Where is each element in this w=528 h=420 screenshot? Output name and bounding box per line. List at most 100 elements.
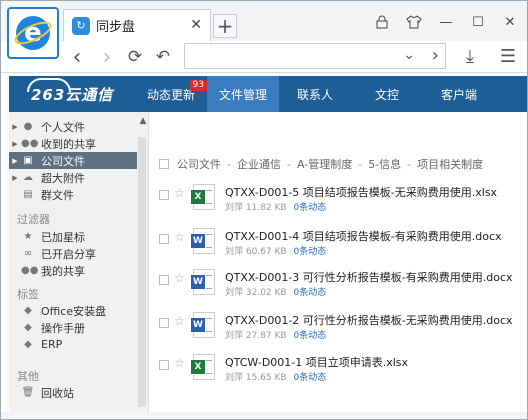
file-checkbox[interactable] bbox=[159, 190, 169, 200]
sidebar-item-tag-manual[interactable]: ◆ 操作手册 bbox=[9, 319, 137, 336]
url-input[interactable] bbox=[185, 44, 385, 68]
word-file-icon: W bbox=[191, 228, 215, 254]
download-icon[interactable]: ⤓ bbox=[459, 45, 481, 67]
star-icon[interactable]: ☆ bbox=[174, 230, 185, 244]
menu-item-client[interactable]: 客户端 bbox=[423, 76, 495, 112]
close-window-icon[interactable]: ✕ bbox=[501, 13, 519, 31]
star-icon[interactable]: ☆ bbox=[174, 314, 185, 328]
file-meta: 刘萍 15.65 KB 0条动态 bbox=[225, 370, 326, 383]
tab-title: 同步盘 bbox=[96, 20, 136, 35]
file-name[interactable]: QTCW-D001-1 项目立项申请表.xlsx bbox=[225, 354, 408, 370]
file-size: 27.87 KB bbox=[245, 331, 287, 341]
scroll-up-icon[interactable]: ▲ bbox=[137, 116, 149, 126]
people-icon: ●● bbox=[21, 138, 39, 149]
sidebar-item-shared-enabled[interactable]: ∞ 已开启分享 bbox=[9, 245, 137, 262]
go-icon[interactable]: › bbox=[432, 45, 439, 66]
file-owner: 刘萍 bbox=[225, 247, 244, 257]
file-checkbox[interactable] bbox=[159, 318, 169, 328]
file-activity-link[interactable]: 0条动态 bbox=[293, 373, 326, 383]
file-row[interactable]: ☆ X QTCW-D001-1 项目立项申请表.xlsx 刘萍 15.65 KB… bbox=[159, 354, 519, 390]
file-meta: 刘萍 27.87 KB 0条动态 bbox=[225, 328, 326, 341]
sidebar-item-starred[interactable]: ★ 已加星标 bbox=[9, 228, 137, 245]
tab-close-icon[interactable]: ✕ bbox=[190, 17, 202, 33]
expand-arrow-icon[interactable]: ▶ bbox=[9, 123, 21, 131]
menu-item-updates[interactable]: 动态更新 93 bbox=[135, 76, 207, 112]
file-row[interactable]: ☆ W QTXX-D001-3 可行性分析报告模板-有采购费用使用.docx 刘… bbox=[159, 269, 519, 305]
file-row[interactable]: ☆ X QTXX-D001-5 项目结项报告模板-无采购费用使用.xlsx 刘萍… bbox=[159, 184, 519, 220]
sidebar-item-label: 操作手册 bbox=[41, 321, 85, 335]
file-row[interactable]: ☆ W QTXX-D001-2 可行性分析报告模板-无采购费用使用.docx 刘… bbox=[159, 312, 519, 348]
address-dropdown-icon[interactable]: ⌄ bbox=[403, 47, 415, 63]
star-icon[interactable]: ☆ bbox=[174, 356, 185, 370]
file-activity-link[interactable]: 0条动态 bbox=[293, 203, 326, 213]
browser-window: e ↻ 同步盘 ✕ + — ☐ ✕ ‹ › ⟳ ↶ ⌄ › ⤓ ☰ 263云通信… bbox=[0, 0, 528, 420]
browser-logo-icon[interactable]: e bbox=[7, 7, 59, 59]
menu-icon[interactable]: ☰ bbox=[497, 45, 519, 67]
logo-263-cloud[interactable]: 263云通信 bbox=[27, 78, 113, 105]
word-file-icon: W bbox=[191, 312, 215, 338]
file-name[interactable]: QTXX-D001-2 可行性分析报告模板-无采购费用使用.docx bbox=[225, 312, 513, 328]
breadcrumb-item[interactable]: 企业通信 bbox=[237, 156, 281, 172]
refresh-icon[interactable]: ⟳ bbox=[123, 45, 147, 69]
sidebar-item-label: 我的共享 bbox=[41, 264, 85, 278]
sidebar-item-personal-files[interactable]: ▶ ● 个人文件 bbox=[9, 118, 137, 135]
star-icon[interactable]: ☆ bbox=[174, 186, 185, 200]
file-name[interactable]: QTXX-D001-3 可行性分析报告模板-有采购费用使用.docx bbox=[225, 269, 513, 285]
sidebar-item-label: 已加星标 bbox=[41, 230, 85, 244]
undo-icon[interactable]: ↶ bbox=[151, 45, 175, 69]
file-name[interactable]: QTXX-D001-5 项目结项报告模板-无采购费用使用.xlsx bbox=[225, 184, 497, 200]
sidebar-item-large-attachments[interactable]: ▶ ☁ 超大附件 bbox=[9, 169, 137, 186]
file-activity-link[interactable]: 0条动态 bbox=[293, 247, 326, 257]
sidebar-scrollbar[interactable] bbox=[138, 137, 146, 407]
star-icon: ★ bbox=[23, 231, 33, 242]
file-activity-link[interactable]: 0条动态 bbox=[293, 288, 326, 298]
sidebar-item-my-shares[interactable]: ●● 我的共享 bbox=[9, 262, 137, 279]
menu-item-file-management[interactable]: 文件管理 bbox=[207, 76, 279, 112]
browser-tab[interactable]: ↻ 同步盘 ✕ bbox=[63, 9, 211, 41]
select-all-checkbox[interactable] bbox=[159, 159, 169, 169]
file-checkbox[interactable] bbox=[159, 275, 169, 285]
menu-item-document-control[interactable]: 文控 bbox=[351, 76, 423, 112]
breadcrumb-separator: - bbox=[407, 157, 412, 171]
sidebar-item-group-files[interactable]: ▤ 群文件 bbox=[9, 186, 137, 203]
sidebar-item-received-shares[interactable]: ▶ ●● 收到的共享 bbox=[9, 135, 137, 152]
expand-arrow-icon[interactable]: ▶ bbox=[9, 140, 21, 148]
sidebar-item-recycle-bin[interactable]: 🗑 回收站 bbox=[9, 384, 137, 401]
minimize-icon[interactable]: — bbox=[437, 13, 455, 31]
breadcrumb-item[interactable]: 5-信息 bbox=[368, 156, 401, 172]
sidebar-item-tag-office[interactable]: ◆ Office安装盘 bbox=[9, 302, 137, 319]
file-activity-link[interactable]: 0条动态 bbox=[293, 331, 326, 341]
breadcrumb-item[interactable]: 项目相关制度 bbox=[417, 156, 483, 172]
expand-arrow-icon[interactable]: ▶ bbox=[9, 157, 21, 165]
section-other: 其他 bbox=[17, 370, 39, 383]
back-icon[interactable]: ‹ bbox=[65, 45, 89, 70]
breadcrumb-item[interactable]: A-管理制度 bbox=[297, 156, 352, 172]
skin-shirt-icon[interactable] bbox=[405, 13, 423, 31]
navigation-bar: ‹ › ⟳ ↶ ⌄ › ⤓ ☰ bbox=[1, 41, 527, 73]
star-icon[interactable]: ☆ bbox=[174, 271, 185, 285]
file-checkbox[interactable] bbox=[159, 360, 169, 370]
new-tab-button[interactable]: + bbox=[213, 14, 237, 38]
breadcrumb: 公司文件 - 企业通信 - A-管理制度 - 5-信息 - 项目相关制度 bbox=[159, 156, 483, 172]
file-name[interactable]: QTXX-D001-4 项目结项报告模板-有采购费用使用.docx bbox=[225, 228, 502, 244]
breadcrumb-item[interactable]: 公司文件 bbox=[177, 156, 221, 172]
sidebar-item-tag-erp[interactable]: ◆ ERP bbox=[9, 336, 137, 353]
file-size: 15.65 KB bbox=[245, 373, 287, 383]
file-owner: 刘萍 bbox=[225, 331, 244, 341]
expand-arrow-icon[interactable]: ▶ bbox=[9, 174, 21, 182]
maximize-icon[interactable]: ☐ bbox=[469, 13, 487, 31]
menu-label: 文控 bbox=[374, 87, 399, 102]
file-checkbox[interactable] bbox=[159, 234, 169, 244]
lock-icon[interactable] bbox=[373, 13, 391, 31]
file-row[interactable]: ☆ W QTXX-D001-4 项目结项报告模板-有采购费用使用.docx 刘萍… bbox=[159, 228, 519, 264]
menu-item-contacts[interactable]: 联系人 bbox=[279, 76, 351, 112]
excel-file-icon: X bbox=[191, 184, 215, 210]
section-tags: 标签 bbox=[17, 288, 39, 301]
file-meta: 刘萍 32.02 KB 0条动态 bbox=[225, 285, 326, 298]
address-bar[interactable]: ⌄ › bbox=[184, 43, 446, 69]
sidebar-item-company-files[interactable]: ▶ ▣ 公司文件 bbox=[9, 152, 137, 169]
forward-icon[interactable]: › bbox=[95, 45, 119, 70]
breadcrumb-separator: - bbox=[227, 157, 231, 171]
sidebar-item-label: 公司文件 bbox=[41, 154, 85, 168]
cloud-icon: ☁ bbox=[23, 172, 33, 183]
